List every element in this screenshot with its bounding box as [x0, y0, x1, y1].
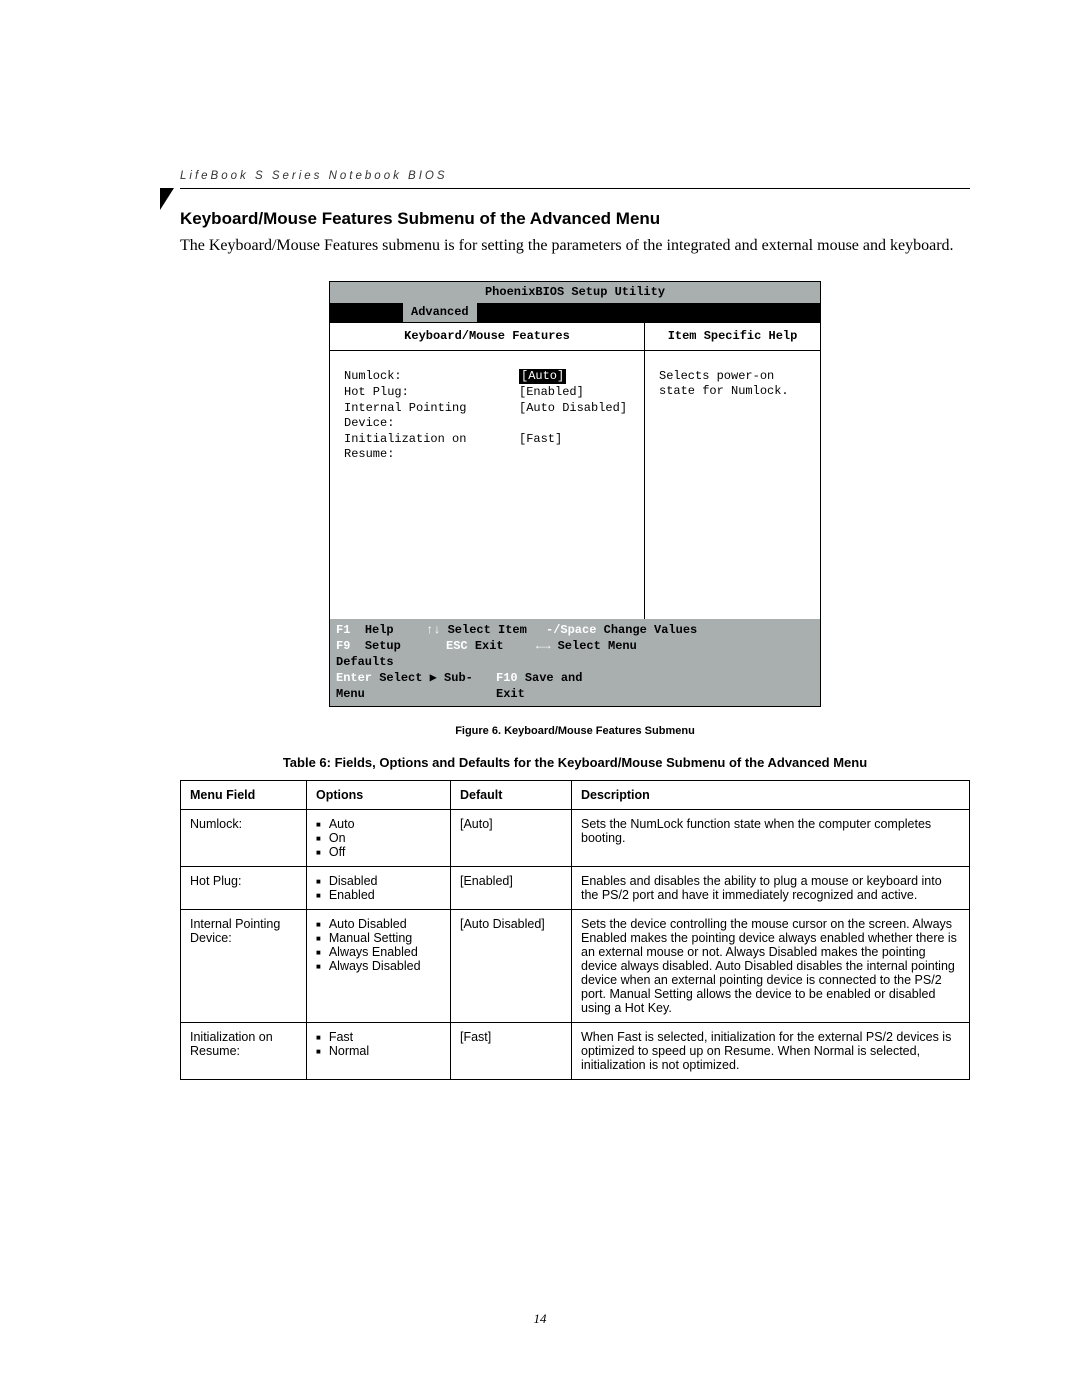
- change-values-label: Change Values: [604, 623, 698, 637]
- options-table: Menu Field Options Default Description N…: [180, 780, 970, 1080]
- f1-key: F1: [336, 623, 350, 637]
- bios-field-value[interactable]: [Auto]: [519, 369, 566, 384]
- section-tab-icon: [160, 188, 174, 210]
- select-menu-label: Select Menu: [558, 639, 637, 653]
- cell-options: Auto Disabled Manual Setting Always Enab…: [307, 909, 451, 1022]
- exit-label: Exit: [475, 639, 504, 653]
- th-description: Description: [572, 780, 970, 809]
- select-item-label: Select Item: [448, 623, 527, 637]
- option-item: Off: [316, 845, 441, 859]
- bios-help-text: Selects power-on state for Numlock.: [645, 351, 820, 619]
- cell-default: [Auto]: [451, 809, 572, 866]
- cell-description: Enables and disables the ability to plug…: [572, 866, 970, 909]
- bios-field-label: Internal Pointing Device:: [344, 401, 519, 431]
- cell-description: Sets the NumLock function state when the…: [572, 809, 970, 866]
- table-row: Initialization on Resume: Fast Normal [F…: [181, 1022, 970, 1079]
- table-row: Hot Plug: Disabled Enabled [Enabled] Ena…: [181, 866, 970, 909]
- cell-description: Sets the device controlling the mouse cu…: [572, 909, 970, 1022]
- bios-menubar: Advanced: [330, 303, 820, 322]
- option-item: On: [316, 831, 441, 845]
- option-item: Normal: [316, 1044, 441, 1058]
- intro-paragraph: The Keyboard/Mouse Features submenu is f…: [180, 235, 970, 257]
- bios-field-numlock[interactable]: Numlock: [Auto]: [344, 369, 634, 384]
- bios-field-init-resume[interactable]: Initialization on Resume: [Fast]: [344, 432, 634, 462]
- bios-field-hotplug[interactable]: Hot Plug: [Enabled]: [344, 385, 634, 400]
- section-heading: Keyboard/Mouse Features Submenu of the A…: [180, 209, 970, 229]
- page-number: 14: [0, 1311, 1080, 1327]
- option-item: Enabled: [316, 888, 441, 902]
- cell-options: Auto On Off: [307, 809, 451, 866]
- table-row: Internal Pointing Device: Auto Disabled …: [181, 909, 970, 1022]
- option-item: Disabled: [316, 874, 441, 888]
- th-default: Default: [451, 780, 572, 809]
- table-row: Numlock: Auto On Off [Auto] Sets the Num…: [181, 809, 970, 866]
- cell-default: [Enabled]: [451, 866, 572, 909]
- bios-right-panel: Item Specific Help Selects power-on stat…: [645, 323, 820, 619]
- cell-menu-field: Initialization on Resume:: [181, 1022, 307, 1079]
- space-key: -/Space: [546, 623, 596, 637]
- bios-field-internal-pointing[interactable]: Internal Pointing Device: [Auto Disabled…: [344, 401, 634, 431]
- enter-key: Enter: [336, 671, 372, 685]
- help-label: Help: [365, 623, 394, 637]
- bios-menu-advanced[interactable]: Advanced: [403, 303, 477, 322]
- f9-key: F9: [336, 639, 350, 653]
- bios-field-value[interactable]: [Enabled]: [519, 385, 584, 400]
- bios-field-label: Hot Plug:: [344, 385, 519, 400]
- table-header-row: Menu Field Options Default Description: [181, 780, 970, 809]
- esc-key: ESC: [446, 639, 468, 653]
- cell-menu-field: Internal Pointing Device:: [181, 909, 307, 1022]
- bios-field-value[interactable]: [Auto Disabled]: [519, 401, 627, 431]
- table-caption: Table 6: Fields, Options and Defaults fo…: [180, 755, 970, 770]
- bios-right-header: Item Specific Help: [645, 323, 820, 351]
- header-rule: [180, 188, 970, 189]
- updown-key: ↑↓: [426, 623, 440, 637]
- bios-field-value[interactable]: [Fast]: [519, 432, 562, 462]
- option-item: Manual Setting: [316, 931, 441, 945]
- cell-description: When Fast is selected, initialization fo…: [572, 1022, 970, 1079]
- cell-menu-field: Hot Plug:: [181, 866, 307, 909]
- f10-key: F10: [496, 671, 518, 685]
- bios-field-label: Initialization on Resume:: [344, 432, 519, 462]
- bios-left-panel: Keyboard/Mouse Features Numlock: [Auto] …: [330, 323, 645, 619]
- cell-default: [Auto Disabled]: [451, 909, 572, 1022]
- running-header: LifeBook S Series Notebook BIOS: [180, 170, 970, 182]
- page: LifeBook S Series Notebook BIOS Keyboard…: [0, 0, 1080, 1397]
- bios-footer: F1 Help ↑↓ Select Item -/Space Change Va…: [330, 619, 820, 706]
- bios-title: PhoenixBIOS Setup Utility: [330, 282, 820, 303]
- th-menu-field: Menu Field: [181, 780, 307, 809]
- option-item: Always Enabled: [316, 945, 441, 959]
- cell-options: Disabled Enabled: [307, 866, 451, 909]
- bios-screenshot: PhoenixBIOS Setup Utility Advanced Keybo…: [329, 281, 821, 707]
- leftright-key: ←→: [536, 639, 550, 653]
- option-item: Always Disabled: [316, 959, 441, 973]
- bios-field-label: Numlock:: [344, 369, 519, 384]
- figure-caption: Figure 6. Keyboard/Mouse Features Submen…: [180, 725, 970, 737]
- th-options: Options: [307, 780, 451, 809]
- option-item: Auto Disabled: [316, 917, 441, 931]
- option-item: Auto: [316, 817, 441, 831]
- option-item: Fast: [316, 1030, 441, 1044]
- bios-left-header: Keyboard/Mouse Features: [330, 323, 644, 351]
- cell-menu-field: Numlock:: [181, 809, 307, 866]
- cell-default: [Fast]: [451, 1022, 572, 1079]
- cell-options: Fast Normal: [307, 1022, 451, 1079]
